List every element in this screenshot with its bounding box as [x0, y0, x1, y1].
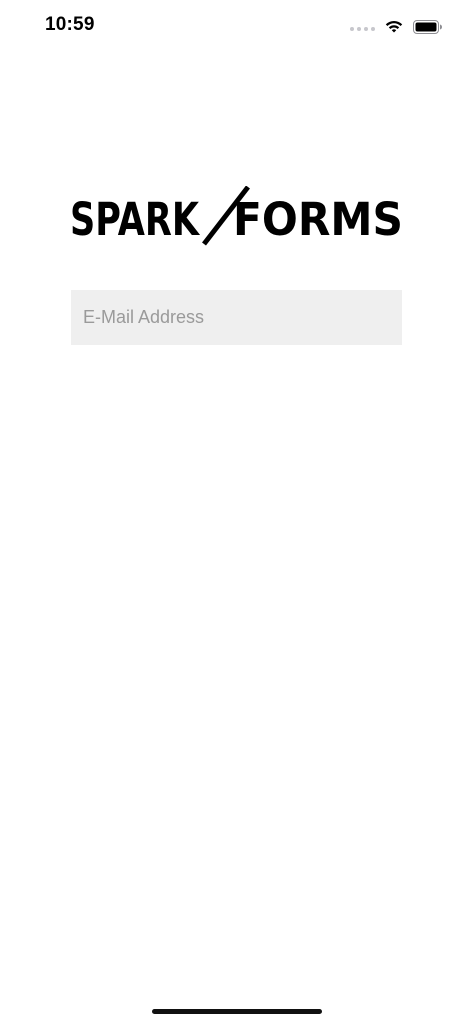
- wifi-icon: [385, 20, 403, 34]
- status-icons: [350, 18, 443, 36]
- sparkforms-logo: SPARK FORMS: [70, 186, 403, 246]
- cellular-dots-icon: [350, 27, 375, 31]
- status-bar: 10:59: [0, 0, 473, 54]
- status-time: 10:59: [45, 14, 95, 35]
- logo-left-word: SPARK: [70, 193, 201, 246]
- battery-icon: [413, 20, 443, 34]
- email-field[interactable]: [71, 290, 402, 345]
- home-indicator[interactable]: [152, 1009, 322, 1014]
- logo-right-word: FORMS: [233, 193, 403, 246]
